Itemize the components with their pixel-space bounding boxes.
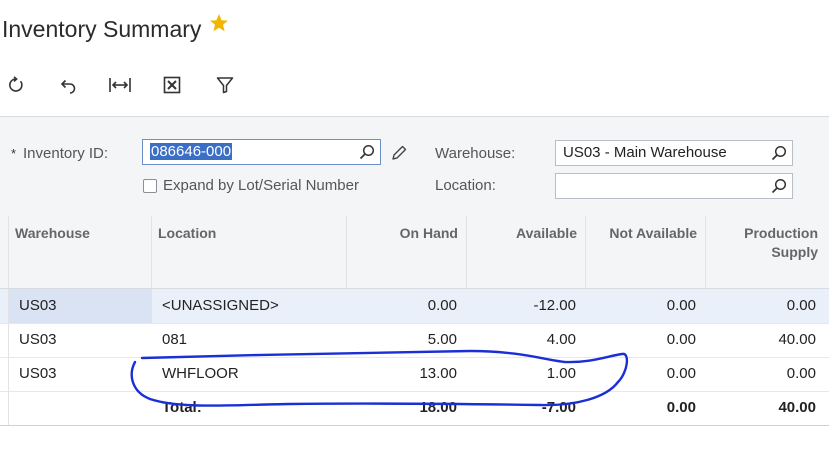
cell-not-available[interactable]: 0.00 <box>586 323 706 357</box>
cell-on-hand[interactable]: 13.00 <box>347 357 467 391</box>
total-not-available: 0.00 <box>666 399 696 416</box>
inventory-id-value: 086646-000 <box>150 143 233 160</box>
row-selector[interactable] <box>0 289 9 323</box>
table-row[interactable]: US03 <UNASSIGNED> 0.00 -12.00 0.00 0.00 <box>0 289 829 324</box>
search-icon[interactable] <box>359 144 375 160</box>
row-selector[interactable] <box>0 323 9 357</box>
required-marker: * <box>11 146 17 161</box>
star-icon[interactable] <box>209 13 229 33</box>
row-selector <box>0 391 9 425</box>
cell-not-available[interactable]: 0.00 <box>586 357 706 391</box>
column-header-production-supply[interactable]: Production Supply <box>706 216 826 288</box>
inventory-id-field[interactable]: 086646-000 <box>142 139 381 165</box>
fit-to-screen-button[interactable] <box>107 72 133 98</box>
undo-button[interactable] <box>55 72 81 98</box>
cell-available[interactable]: 4.00 <box>467 323 586 357</box>
cell-location[interactable]: <UNASSIGNED> <box>152 289 347 323</box>
expand-lot-serial-checkbox[interactable] <box>143 179 157 193</box>
table-row[interactable]: US03 WHFLOOR 13.00 1.00 0.00 0.00 <box>0 357 829 392</box>
warehouse-value: US03 - Main Warehouse <box>563 144 727 161</box>
cell-warehouse[interactable]: US03 <box>9 357 152 391</box>
cell-on-hand[interactable]: 0.00 <box>347 289 467 323</box>
warehouse-label: Warehouse: <box>435 145 516 162</box>
fit-columns-icon <box>109 78 131 92</box>
total-label: Total: <box>162 399 202 416</box>
filter-button[interactable] <box>212 72 238 98</box>
page-title: Inventory Summary <box>2 16 202 42</box>
toolbar <box>0 72 300 98</box>
column-header-warehouse[interactable]: Warehouse <box>9 216 152 288</box>
cell-production-supply[interactable]: 40.00 <box>706 323 826 357</box>
grid-header: Warehouse Location On Hand Available Not… <box>0 216 829 289</box>
total-available: -7.00 <box>541 399 576 416</box>
row-selector-header <box>0 216 9 288</box>
warehouse-field[interactable]: US03 - Main Warehouse <box>555 140 793 166</box>
cell-available[interactable]: -12.00 <box>467 289 586 323</box>
refresh-icon <box>9 76 23 92</box>
cell-available[interactable]: 1.00 <box>467 357 586 391</box>
undo-icon <box>60 79 76 94</box>
filter-form: * Inventory ID: 086646-000 Expand by Lot… <box>0 116 829 217</box>
total-on-hand: 18.00 <box>419 399 457 416</box>
search-icon[interactable] <box>771 145 787 161</box>
column-header-location[interactable]: Location <box>152 216 347 288</box>
inventory-id-label: Inventory ID: <box>23 145 109 162</box>
cell-location[interactable]: WHFLOOR <box>152 357 347 391</box>
search-icon[interactable] <box>771 178 787 194</box>
row-selector[interactable] <box>0 357 9 391</box>
cell-not-available[interactable]: 0.00 <box>586 289 706 323</box>
cell-warehouse[interactable]: US03 <box>9 289 152 323</box>
excel-export-icon <box>163 76 181 94</box>
location-field[interactable] <box>555 173 793 199</box>
cell-location[interactable]: 081 <box>152 323 347 357</box>
table-row[interactable]: US03 081 5.00 4.00 0.00 40.00 <box>0 323 829 358</box>
location-label: Location: <box>435 177 496 194</box>
cell-production-supply[interactable]: 0.00 <box>706 357 826 391</box>
export-excel-button[interactable] <box>159 72 185 98</box>
total-production-supply: 40.00 <box>778 399 816 416</box>
column-header-not-available[interactable]: Not Available <box>586 216 706 288</box>
filter-icon <box>216 77 234 94</box>
cell-on-hand[interactable]: 5.00 <box>347 323 467 357</box>
cell-production-supply[interactable]: 0.00 <box>706 289 826 323</box>
refresh-button[interactable] <box>3 72 29 98</box>
total-row: Total: 18.00 -7.00 0.00 40.00 <box>0 391 829 426</box>
cell-warehouse[interactable]: US03 <box>9 323 152 357</box>
column-header-on-hand[interactable]: On Hand <box>347 216 467 288</box>
column-header-available[interactable]: Available <box>467 216 586 288</box>
expand-lot-serial-label: Expand by Lot/Serial Number <box>163 177 359 194</box>
edit-pencil-icon[interactable] <box>390 144 408 162</box>
